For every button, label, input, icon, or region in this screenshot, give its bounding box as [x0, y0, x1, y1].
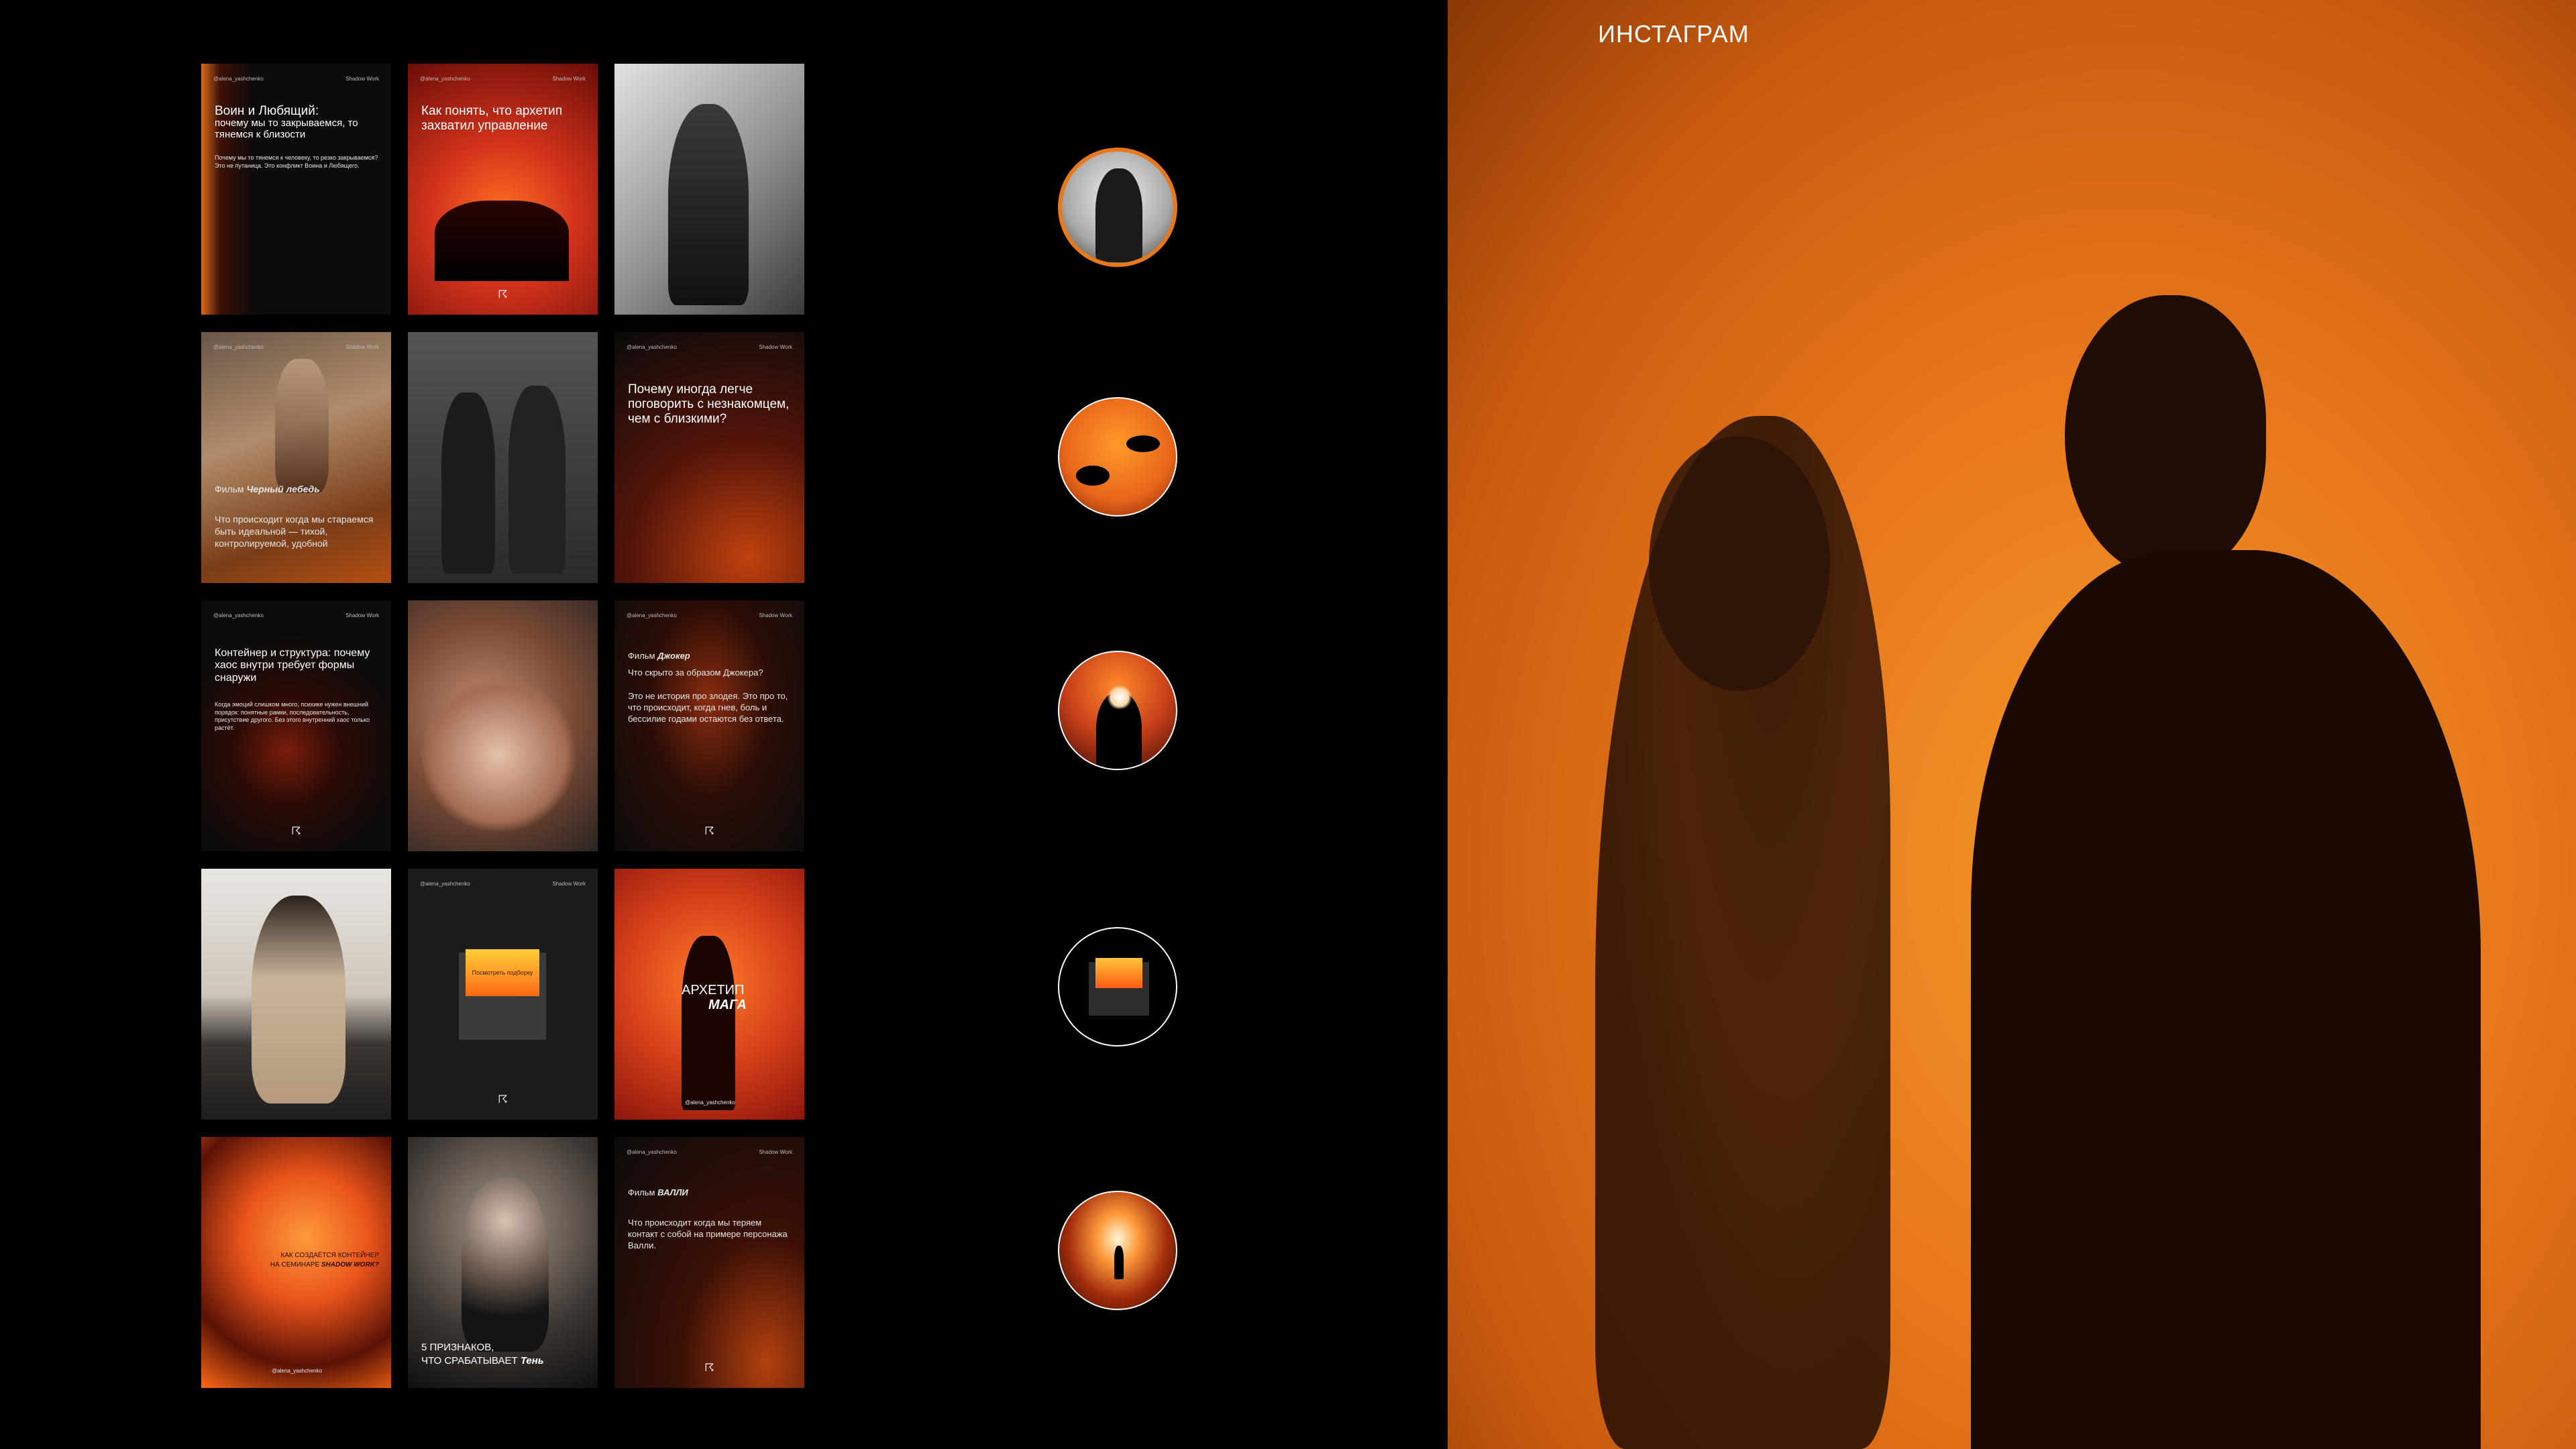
film-prefix: Фильм [215, 484, 244, 494]
seminar-line1: КАК СОЗДАЁТСЯ КОНТЕЙНЕР [280, 1252, 379, 1259]
post-card-joker[interactable]: @alena_yashchenko Shadow Work Фильм Джоке… [614, 600, 804, 851]
section-title: ИНСТАГРАМ [1598, 20, 1750, 48]
post-card-photo-duo[interactable] [408, 332, 598, 583]
post-handle: @alena_yashchenko [213, 76, 264, 82]
post-body: Что происходит когда мы теряем контакт с… [628, 1218, 788, 1250]
ballerina-photo [275, 359, 329, 493]
post-card-valley[interactable]: @alena_yashchenko Shadow Work Фильм ВАЛЛИ… [614, 1137, 804, 1388]
post-question: Что скрыто за образом Джокера? [628, 667, 763, 678]
post-body: Когда эмоций слишком много, психике нуже… [215, 701, 370, 732]
post-title: Как понять, что архетип захватил управле… [421, 104, 563, 133]
hero-panel: ИНСТАГРАМ [1448, 0, 2576, 1449]
signs-line1: 5 ПРИЗНАКОВ, [421, 1342, 494, 1353]
highlight-circle-hands[interactable] [1058, 397, 1177, 517]
hand-blur-photo [421, 674, 576, 835]
post-card-mage[interactable]: АРХЕТИП МАГА @alena_yashchenko [614, 869, 804, 1120]
post-card-warrior-lover[interactable]: @alena_yashchenko Shadow Work Воин и Любя… [201, 64, 391, 315]
woman-head [1649, 436, 1830, 691]
signs-highlight: Тень [520, 1355, 544, 1366]
hands-icon [1076, 466, 1110, 486]
woman-photo [508, 386, 566, 574]
archetype-line1: АРХЕТИП [682, 983, 745, 998]
post-tag: Shadow Work [345, 612, 379, 619]
highlight-circle-heart[interactable] [1058, 651, 1177, 770]
brand-logo-icon: ☈ [704, 1362, 714, 1374]
seminar-prefix: НА СЕМИНАРЕ [270, 1261, 320, 1269]
post-handle: @alena_yashchenko [685, 1099, 735, 1106]
post-card-black-swan[interactable]: @alena_yashchenko Shadow Work Фильм Черны… [201, 332, 391, 583]
post-card-photo-hand[interactable] [408, 600, 598, 851]
brand-logo-icon: ☈ [498, 289, 508, 301]
hands-icon [1126, 435, 1160, 452]
brand-logo-icon: ☈ [291, 826, 301, 837]
highlight-circle-corridor[interactable] [1058, 1191, 1177, 1310]
post-handle: @alena_yashchenko [420, 881, 470, 887]
post-tag: Shadow Work [345, 344, 379, 350]
riders-silhouette [435, 201, 569, 281]
man-head [2065, 295, 2266, 577]
post-tag: Shadow Work [759, 612, 792, 619]
walking-figure-icon [1114, 1246, 1124, 1279]
film-name: Джокер [657, 651, 690, 661]
envelope-letter: Посмотреть подборку [466, 949, 539, 996]
post-body: Почему мы то тянемся к человеку, то резк… [215, 154, 378, 169]
man-silhouette [1971, 550, 2481, 1449]
post-body: Что происходит когда мы стараемся быть и… [215, 514, 374, 549]
woman-photo [252, 896, 345, 1104]
brand-logo-icon: ☈ [498, 1094, 508, 1106]
post-title: Почему иногда легче поговорить с незнако… [628, 382, 790, 426]
mage-silhouette [682, 936, 735, 1110]
post-card-container[interactable]: @alena_yashchenko Shadow Work Контейнер и… [201, 600, 391, 851]
seminar-highlight: SHADOW WORK? [321, 1261, 379, 1269]
envelope-text: Посмотреть подборку [472, 969, 533, 976]
post-handle: @alena_yashchenko [213, 612, 264, 619]
woman-photo [668, 104, 749, 305]
feed-panel: @alena_yashchenko Shadow Work Воин и Любя… [0, 0, 1448, 1449]
post-tag: Shadow Work [759, 344, 792, 350]
post-handle: @alena_yashchenko [627, 612, 677, 619]
post-body: Это не история про злодея. Это про то, ч… [628, 691, 788, 724]
post-title: Воин и Любящий: [215, 104, 319, 118]
post-card-five-signs[interactable]: 5 ПРИЗНАКОВ, ЧТО СРАБАТЫВАЕТ Тень [408, 1137, 598, 1388]
film-name: ВАЛЛИ [657, 1187, 688, 1197]
highlight-circle-portrait[interactable] [1058, 148, 1177, 267]
post-tag: Shadow Work [759, 1149, 792, 1155]
post-card-envelope[interactable]: @alena_yashchenko Shadow Work Посмотреть … [408, 869, 598, 1120]
heart-icon [1106, 686, 1133, 709]
post-card-photo-chair[interactable] [614, 64, 804, 315]
film-prefix: Фильм [628, 651, 655, 661]
highlight-circle-envelope[interactable] [1058, 927, 1177, 1046]
film-prefix: Фильм [628, 1187, 655, 1197]
screaming-woman-photo [462, 1177, 549, 1352]
post-handle: @alena_yashchenko [420, 76, 470, 82]
post-title: Контейнер и структура: почему хаос внутр… [215, 647, 370, 684]
post-handle: @alena_yashchenko [213, 344, 264, 350]
archetype-line2: МАГА [708, 998, 747, 1012]
post-card-archetype-control[interactable]: @alena_yashchenko Shadow Work Как понять,… [408, 64, 598, 315]
post-handle: @alena_yashchenko [627, 1149, 677, 1155]
post-handle: @alena_yashchenko [627, 344, 677, 350]
post-subtitle: почему мы то закрываемся, то тянемся к б… [215, 117, 358, 141]
post-card-photo-sofa[interactable] [201, 869, 391, 1120]
post-tag: Shadow Work [345, 76, 379, 82]
post-tag: Shadow Work [552, 76, 586, 82]
signs-prefix: ЧТО СРАБАТЫВАЕТ [421, 1355, 518, 1366]
brand-logo-icon: ☈ [704, 826, 714, 837]
film-name: Черный лебедь [246, 484, 320, 494]
post-handle: @alena_yashchenko [272, 1367, 322, 1374]
woman-photo [441, 392, 495, 574]
post-card-stranger[interactable]: @alena_yashchenko Shadow Work Почему иног… [614, 332, 804, 583]
post-tag: Shadow Work [552, 881, 586, 887]
post-card-container-seminar[interactable]: КАК СОЗДАЁТСЯ КОНТЕЙНЕР НА СЕМИНАРЕ SHAD… [201, 1137, 391, 1388]
avatar-icon [1095, 168, 1142, 262]
envelope-letter [1095, 958, 1142, 988]
